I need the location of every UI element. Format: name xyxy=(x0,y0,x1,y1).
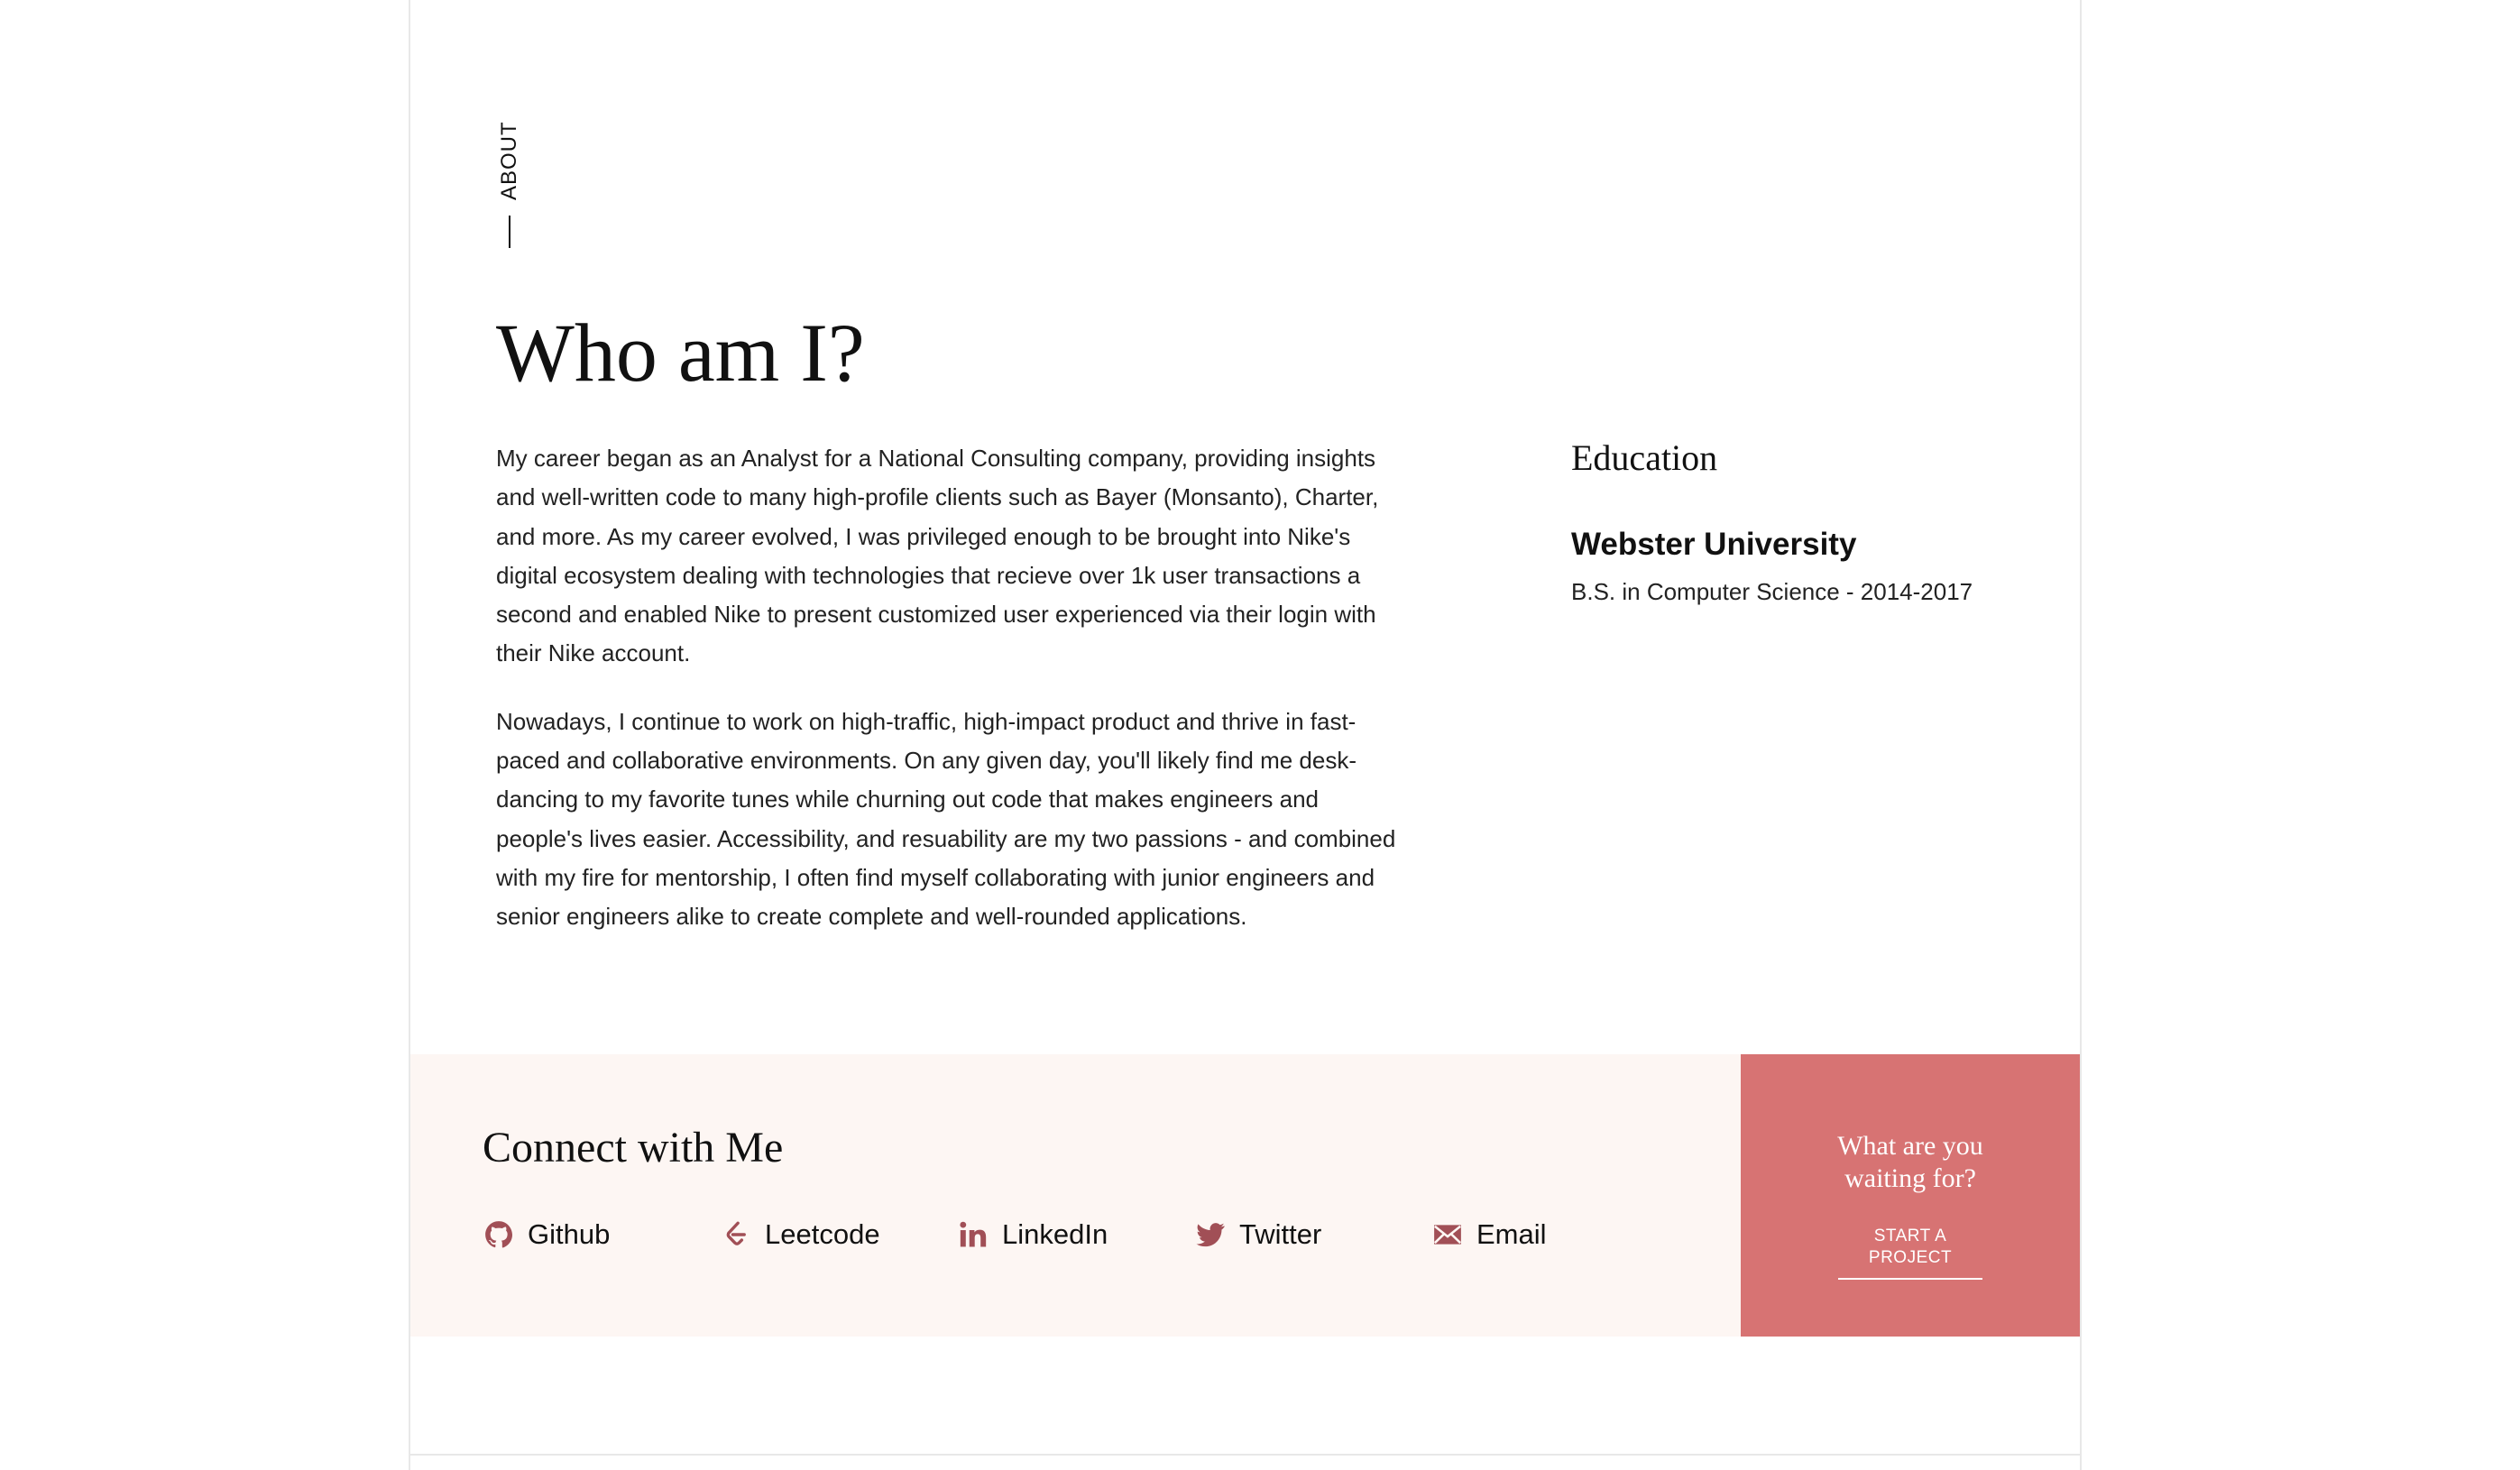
linkedin-icon xyxy=(957,1218,989,1251)
cta-line: What are you xyxy=(1837,1131,1983,1161)
bio: My career began as an Analyst for a Nati… xyxy=(496,439,1407,966)
social-links: Github Leetcode LinkedIn Twitter Email xyxy=(483,1217,1669,1253)
bio-paragraph: Nowadays, I continue to work on high-tra… xyxy=(496,707,1396,931)
github-icon xyxy=(483,1218,515,1251)
start-project-button[interactable]: START A PROJECT xyxy=(1838,1226,1982,1280)
page-title: Who am I? xyxy=(496,307,865,399)
leetcode-link[interactable]: Leetcode xyxy=(720,1217,957,1253)
github-link[interactable]: Github xyxy=(483,1217,720,1253)
linkedin-label: LinkedIn xyxy=(1002,1218,1108,1250)
section-label-line xyxy=(509,216,510,248)
school-name: Webster University xyxy=(1571,527,1857,562)
leetcode-icon xyxy=(720,1218,752,1251)
connect-section: Connect with Me Github Leetcode LinkedIn… xyxy=(410,1054,1741,1337)
cta-text: What are you waiting for? xyxy=(1741,1130,2080,1195)
education-heading: Education xyxy=(1571,437,1718,478)
connect-heading: Connect with Me xyxy=(483,1124,784,1171)
twitter-link[interactable]: Twitter xyxy=(1194,1217,1431,1253)
email-icon xyxy=(1431,1218,1464,1251)
linkedin-link[interactable]: LinkedIn xyxy=(957,1217,1194,1253)
leetcode-label: Leetcode xyxy=(765,1218,880,1250)
footer-divider xyxy=(410,1454,2080,1456)
email-label: Email xyxy=(1476,1218,1547,1250)
email-link[interactable]: Email xyxy=(1431,1217,1669,1253)
degree: B.S. in Computer Science - 2014-2017 xyxy=(1571,578,1973,605)
section-label: ABOUT xyxy=(495,121,524,258)
cta-panel: What are you waiting for? START A PROJEC… xyxy=(1741,1054,2080,1337)
twitter-icon xyxy=(1194,1218,1227,1251)
cta-line: waiting for? xyxy=(1844,1163,1976,1193)
bio-paragraph: My career began as an Analyst for a Nati… xyxy=(496,445,1379,667)
github-label: Github xyxy=(528,1218,611,1250)
twitter-label: Twitter xyxy=(1239,1218,1322,1250)
section-label-text: ABOUT xyxy=(497,121,521,200)
education-section: Education Webster University B.S. in Com… xyxy=(1571,433,2022,610)
